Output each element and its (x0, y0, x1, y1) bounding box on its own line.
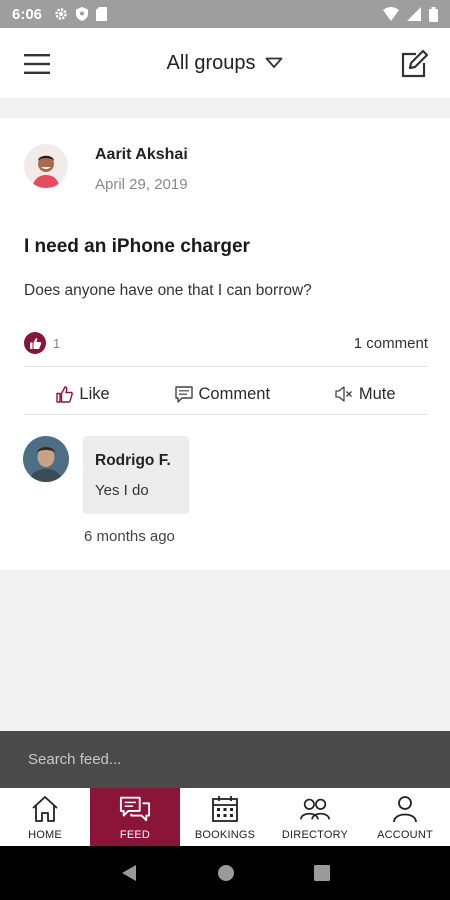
comment-timestamp: 6 months ago (84, 528, 175, 545)
nav-item-account-label: ACCOUNT (377, 829, 433, 841)
like-count: 1 (53, 335, 61, 351)
post-author-name[interactable]: Aarit Akshai (95, 146, 188, 164)
nav-item-home-label: HOME (28, 829, 62, 841)
home-icon (29, 793, 61, 825)
bottom-navigation: HOME FEED BOOKINGS DIRECTORY ACCOUNT (0, 788, 450, 846)
nav-item-directory-label: DIRECTORY (281, 829, 349, 841)
comment-text: Yes I do (95, 482, 149, 499)
search-feed-bar (0, 731, 450, 788)
search-feed-input[interactable] (28, 751, 408, 768)
battery-icon (429, 6, 438, 22)
home-circle-icon[interactable] (217, 864, 235, 882)
comment-button-label: Comment (198, 384, 271, 403)
post-reactions: 1 1 comment (24, 330, 428, 356)
recents-icon[interactable] (314, 865, 331, 881)
nav-item-home[interactable]: HOME (0, 788, 90, 846)
group-selector-label: All groups (166, 51, 256, 74)
post-card[interactable]: Aarit Akshai April 29, 2019 I need an iP… (0, 118, 450, 570)
sd-card-icon (96, 7, 108, 21)
person-icon (389, 793, 421, 825)
comment-icon (174, 385, 193, 403)
back-icon[interactable] (120, 864, 138, 882)
comment-button[interactable]: Comment (174, 384, 271, 404)
mute-button[interactable]: Mute (335, 385, 396, 404)
shield-icon (76, 7, 89, 21)
system-navigation-bar (0, 846, 450, 900)
comment-bubble: Rodrigo F. Yes I do (83, 436, 189, 514)
nav-item-feed[interactable]: FEED (90, 788, 180, 846)
mute-button-label: Mute (358, 384, 396, 403)
thumbs-up-icon (56, 385, 74, 403)
wifi-icon (383, 7, 399, 21)
divider (24, 366, 428, 367)
commenter-avatar[interactable] (23, 436, 69, 482)
comment-author-name[interactable]: Rodrigo F. (95, 452, 177, 470)
like-button-label: Like (79, 384, 110, 403)
compose-post-icon[interactable] (398, 48, 430, 80)
group-selector-dropdown[interactable]: All groups (167, 52, 284, 75)
post-date: April 29, 2019 (95, 176, 188, 193)
nav-item-feed-label: FEED (119, 829, 151, 841)
nav-item-directory[interactable]: DIRECTORY (270, 788, 360, 846)
divider (24, 414, 428, 415)
comment-item: Rodrigo F. Yes I do 6 months ago (23, 436, 423, 556)
people-icon (299, 793, 331, 825)
calendar-icon (209, 793, 241, 825)
speaker-muted-icon (335, 386, 352, 402)
settings-icon (55, 8, 67, 20)
post-title: I need an iPhone charger (24, 236, 250, 257)
comment-count[interactable]: 1 comment (354, 335, 428, 352)
chevron-down-icon (266, 57, 283, 68)
post-header: Aarit Akshai April 29, 2019 (24, 144, 426, 204)
app-bar: All groups (0, 28, 450, 98)
nav-item-account[interactable]: ACCOUNT (360, 788, 450, 846)
status-bar: 6:06 (0, 0, 450, 28)
like-badge-icon (24, 332, 46, 354)
like-button[interactable]: Like (56, 384, 110, 404)
status-time: 6:06 (12, 5, 43, 23)
nav-item-bookings-label: BOOKINGS (194, 829, 256, 841)
post-body: Does anyone have one that I can borrow? (24, 282, 312, 299)
author-avatar[interactable] (24, 144, 68, 188)
signal-icon (407, 7, 421, 21)
hamburger-menu-icon[interactable] (22, 50, 54, 78)
chat-bubbles-icon (119, 793, 151, 825)
post-actions: Like Comment Mute (24, 374, 428, 414)
nav-item-bookings[interactable]: BOOKINGS (180, 788, 270, 846)
